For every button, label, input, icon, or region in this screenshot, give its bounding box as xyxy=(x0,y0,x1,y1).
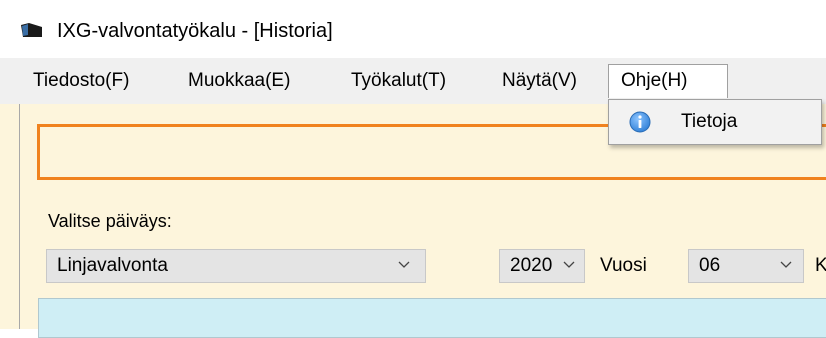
year-select-value: 2020 xyxy=(510,255,553,276)
menu-item-tietoja[interactable]: Tietoja xyxy=(681,100,737,144)
menu-muokkaa[interactable]: Muokkaa(E) xyxy=(188,58,290,104)
window-title: IXG-valvontatyökalu - [Historia] xyxy=(57,20,333,42)
menu-bar: Tiedosto(F) Muokkaa(E) Työkalut(T) Näytä… xyxy=(0,58,826,104)
menu-nayta[interactable]: Näytä(V) xyxy=(502,58,577,104)
date-label: Valitse päiväys: xyxy=(48,211,172,231)
info-icon xyxy=(629,111,651,133)
mode-select-value: Linjavalvonta xyxy=(57,255,168,276)
chevron-down-icon xyxy=(563,261,575,268)
menu-tiedosto[interactable]: Tiedosto(F) xyxy=(33,58,129,104)
year-select[interactable]: 2020 xyxy=(499,249,585,283)
month-select-value: 06 xyxy=(699,255,721,276)
results-panel xyxy=(38,298,826,338)
help-dropdown-menu: Tietoja xyxy=(608,99,822,145)
title-bar: IXG-valvontatyökalu - [Historia] xyxy=(0,0,826,58)
chevron-down-icon xyxy=(780,261,792,268)
mode-select[interactable]: Linjavalvonta xyxy=(46,249,426,283)
chevron-down-icon xyxy=(398,261,410,268)
menu-tyokalut[interactable]: Työkalut(T) xyxy=(351,58,446,104)
year-label: Vuosi xyxy=(600,255,647,276)
month-label: K xyxy=(815,255,826,276)
app-icon xyxy=(21,23,42,37)
window-left-border xyxy=(19,104,20,329)
month-select[interactable]: 06 xyxy=(688,249,804,283)
menu-ohje[interactable]: Ohje(H) xyxy=(608,64,728,98)
